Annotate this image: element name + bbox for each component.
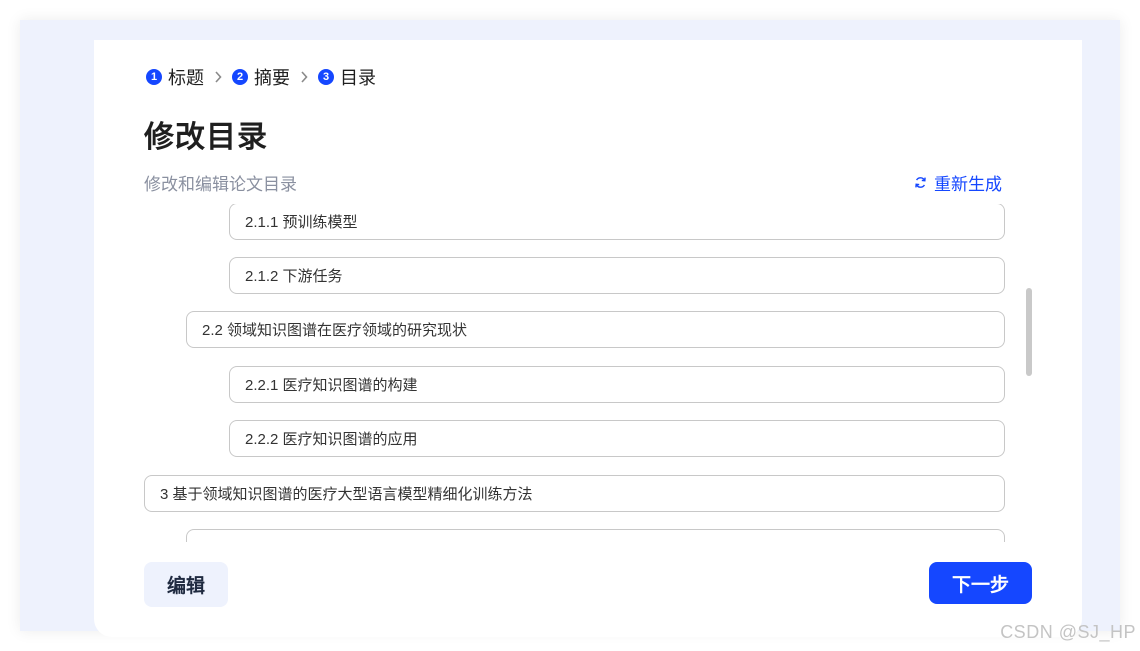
edit-button[interactable]: 编辑 — [144, 562, 228, 607]
step-toc[interactable]: 3 目录 — [318, 64, 376, 90]
toc-item-text: 2.1.2 下游任务 — [245, 268, 343, 285]
step-abstract[interactable]: 2 摘要 — [232, 64, 290, 90]
app-background: 1 标题 2 摘要 3 目录 修改目录 修改和编辑论文目录 重新生成 2.1.1… — [20, 20, 1120, 637]
step-label: 摘要 — [254, 68, 290, 88]
step-title[interactable]: 1 标题 — [146, 64, 204, 90]
toc-item[interactable]: 2.1.2 下游任务 — [229, 257, 1005, 294]
chevron-right-icon — [300, 71, 308, 83]
toc-item[interactable]: 2.2.1 医疗知识图谱的构建 — [229, 366, 1005, 403]
scrollbar-thumb[interactable] — [1026, 288, 1032, 376]
step-label: 目录 — [340, 68, 376, 88]
toc-item-text: 3 基于领域知识图谱的医疗大型语言模型精细化训练方法 — [160, 486, 533, 503]
step-number-badge: 2 — [232, 69, 248, 85]
refresh-icon — [915, 177, 926, 188]
toc-item[interactable]: 2.2 领域知识图谱在医疗领域的研究现状 — [186, 311, 1005, 348]
toc-item-text: 2.2.2 医疗知识图谱的应用 — [245, 431, 418, 448]
toc-item-text: 2.2.1 医疗知识图谱的构建 — [245, 377, 418, 394]
next-step-button[interactable]: 下一步 — [929, 562, 1032, 604]
page-subtitle: 修改和编辑论文目录 — [144, 175, 297, 194]
toc-item-text: 2.1.1 预训练模型 — [245, 214, 358, 231]
toc-item[interactable]: 3 基于领域知识图谱的医疗大型语言模型精细化训练方法 — [144, 475, 1005, 512]
regenerate-button[interactable]: 重新生成 — [914, 170, 1002, 195]
toc-item[interactable]: 2.1.1 预训练模型 — [229, 204, 1005, 240]
watermark: CSDN @SJ_HP — [1000, 622, 1136, 642]
toc-item[interactable]: 2.2.2 医疗知识图谱的应用 — [229, 420, 1005, 457]
toc-item-text: 2.2 领域知识图谱在医疗领域的研究现状 — [202, 322, 468, 339]
regenerate-label: 重新生成 — [934, 175, 1002, 194]
step-number-badge: 3 — [318, 69, 334, 85]
toc-editor-card: 1 标题 2 摘要 3 目录 修改目录 修改和编辑论文目录 重新生成 2.1.1… — [94, 40, 1082, 637]
toc-item[interactable] — [186, 529, 1005, 542]
toc-list[interactable]: 2.1.1 预训练模型 2.1.2 下游任务 2.2 领域知识图谱在医疗领域的研… — [144, 204, 1006, 542]
chevron-right-icon — [214, 71, 222, 83]
step-breadcrumb: 1 标题 2 摘要 3 目录 — [146, 64, 376, 90]
step-number-badge: 1 — [146, 69, 162, 85]
page-title: 修改目录 — [144, 121, 268, 154]
step-label: 标题 — [168, 68, 204, 88]
